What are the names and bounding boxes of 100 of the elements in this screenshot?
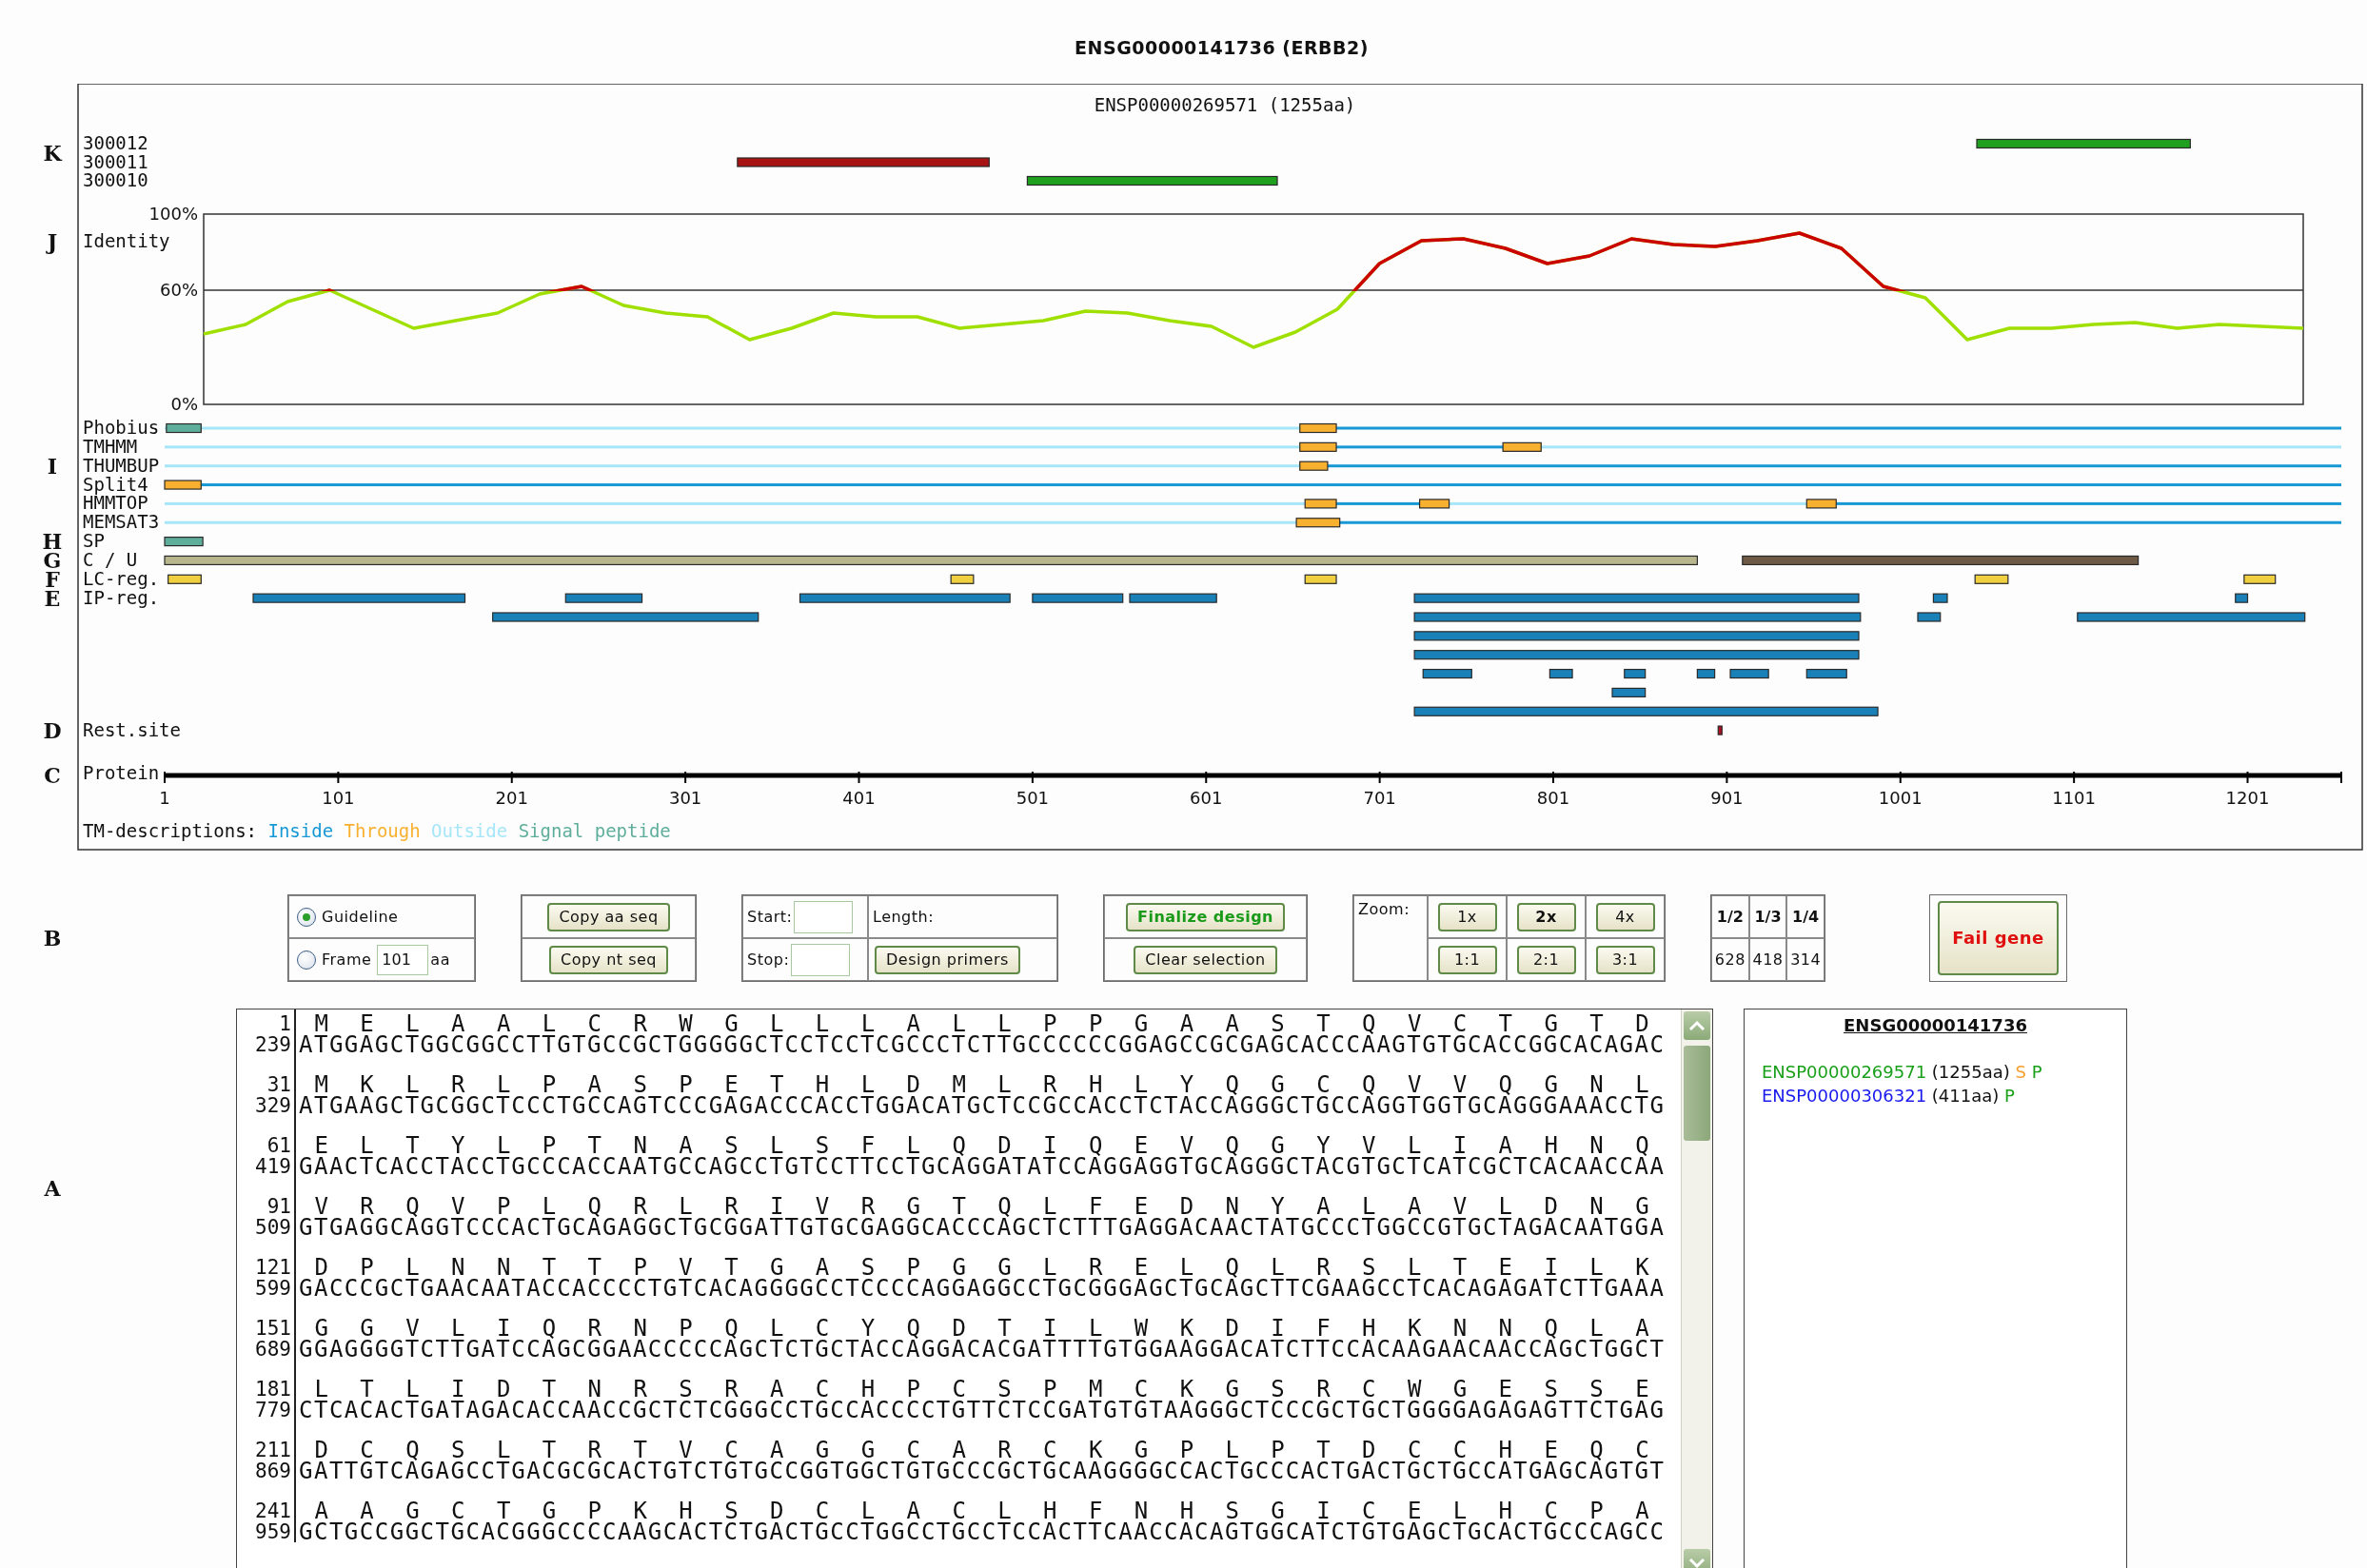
gene-title[interactable]: ENSG00000141736 [1844, 1015, 2027, 1035]
protein-sequence: GGVLIQRNPQLCYQDTILWKDIFHKNNQLA [314, 1318, 1667, 1339]
track-label: THUMBUP [83, 454, 160, 476]
tick-label: 1101 [2052, 788, 2097, 808]
legend-item: Inside [267, 820, 334, 841]
protein-sequence: DPLNNTTPVTGASPGGLRELQLRSLTEILK [314, 1257, 1667, 1278]
zoom-button[interactable]: 1x [1437, 902, 1497, 931]
position-number: 91 [266, 1196, 291, 1217]
protein-sequence: AAGCTGPKHSDCLACLHFNHSGICELHCPA [314, 1500, 1667, 1521]
protein-length: (1255aa) [1931, 1062, 2010, 1082]
ratio-button[interactable]: 1:1 [1437, 945, 1497, 974]
clear-button[interactable]: Clear selection [1134, 945, 1277, 974]
nucleotide-sequence: ATGGAGCTGGCGGCCTTGTGCCGCTGGGGGCTCCTCCTCGCCCTCTTGCCCCCCGGAGCCGCGAGCACCCAAGTGTGCACCGGCACAGAC [299, 1034, 1667, 1055]
position-number: 151 [254, 1318, 291, 1339]
design-primers-button[interactable]: Design primers [875, 945, 1020, 974]
frame-field[interactable]: 101 [377, 944, 429, 975]
tick-label: 701 [1363, 788, 1396, 808]
series-label: Identity [83, 230, 170, 251]
radio-label: Guideline [322, 908, 399, 926]
position-number: 1 [278, 1013, 291, 1034]
track-label: Phobius [83, 417, 160, 438]
protein-sequence: LTLIDTNRSRACHPCSPMCKGSRCWGESSE [314, 1379, 1667, 1400]
unit-label: aa [430, 951, 450, 969]
tick-label: 1201 [2225, 788, 2270, 808]
flag-label: P [2031, 1062, 2042, 1082]
position-number: 959 [254, 1521, 291, 1542]
table-header: 1/3 [1748, 895, 1787, 938]
axis-label: 60% [160, 280, 198, 300]
nucleotide-sequence: CTCACACTGATAGACACCAACCGCTCTCGGGCCTGCCACCCCTGTTCTCCGATGTGTAAGGGCTCCCGCTGCTGGGGAGAGAGTTCTGAG [299, 1400, 1667, 1421]
fail-gene-button[interactable]: Fail gene [1938, 901, 2059, 975]
scroll-up-button[interactable] [1684, 1011, 1710, 1040]
stop-field[interactable] [791, 943, 851, 976]
section-letter: J [47, 229, 58, 254]
zoom-label: Zoom: [1358, 900, 1410, 918]
position-number: 211 [254, 1440, 291, 1460]
start-field[interactable] [794, 900, 854, 933]
ratio-button[interactable]: 2:1 [1516, 945, 1576, 974]
track-label: TMHMM [83, 435, 138, 457]
track-label: 300011 [83, 150, 148, 172]
section-letter: C [44, 763, 61, 788]
scrollbar-track[interactable] [1681, 1009, 1712, 1568]
tick-label: 601 [1190, 788, 1223, 808]
chevron-down-icon [1688, 1558, 1706, 1568]
track-label: Split4 [83, 473, 148, 495]
track-label: LC-reg. [83, 567, 160, 589]
radio-button[interactable] [297, 950, 316, 970]
copy-button[interactable]: Copy aa seq [547, 902, 670, 931]
nucleotide-sequence: GTGAGGCAGGTCCCACTGCAGAGGCTGCGGATTGTGCGAGGCACCCAGCTCTTTGAGGACAACTATGCCCTGGCCGTGCTAGACAATGGA [299, 1217, 1667, 1238]
tick-label: 801 [1536, 788, 1570, 808]
protein-sequence: MKLRLPASPETHLDMLRHLYQGCQVVQGNL [314, 1074, 1667, 1095]
position-number: 31 [266, 1074, 291, 1095]
position-number: 869 [254, 1460, 291, 1481]
track-label: Protein [83, 762, 160, 783]
track-label: 300010 [83, 169, 148, 190]
nucleotide-sequence: GAACTCACCTACCTGCCCACCAATGCCAGCCTGTCCTTCCTGCAGGATATCCAGGAGGTGCAGGGCTACGTGCTCATCGCTCACAACCAA [299, 1156, 1667, 1177]
field-label: Stop: [747, 951, 790, 969]
nucleotide-sequence: GATTGTCAGAGCCTGACGCGCACTGTCTGTGCCGGTGGCTGTGCCCGCTGCAAGGGGCCACTGCCCACTGACTGCTGCCATGAGCAGTGT [299, 1460, 1667, 1481]
section-letter: K [43, 140, 62, 166]
zoom-button[interactable]: 2x [1516, 902, 1576, 931]
position-number: 329 [254, 1095, 291, 1116]
radio-label: Frame [322, 951, 372, 969]
axis-label: 0% [170, 394, 198, 414]
protein-sequence: ELTYLPTNASLSFLQDIQEVQGYVLIAHNQ [314, 1135, 1667, 1156]
track-label: MEMSAT3 [83, 511, 160, 533]
field-label: Start: [747, 908, 793, 926]
tick-label: 101 [322, 788, 355, 808]
track-label: Rest.site [83, 718, 181, 740]
position-number: 61 [266, 1135, 291, 1156]
tick-label: 201 [495, 788, 528, 808]
position-number: 689 [254, 1339, 291, 1360]
section-letter: D [43, 717, 62, 743]
section-letter: B [42, 926, 63, 951]
nucleotide-sequence: ATGAAGCTGCGGCTCCCTGCCAGTCCCGAGACCCACCTGGACATGCTCCGCCACCTCTACCAGGGCTGCCAGGTGGTGCAGGGAAACCTG [299, 1095, 1667, 1116]
zoom-button[interactable]: 4x [1595, 902, 1655, 931]
copy-button[interactable]: Copy nt seq [549, 945, 668, 974]
ratio-button[interactable]: 3:1 [1595, 945, 1655, 974]
legend-item: Signal peptide [518, 820, 671, 841]
protein-title: ENSP00000269571 (1255aa) [1094, 94, 1356, 115]
chevron-up-icon [1688, 1020, 1706, 1031]
position-number: 599 [254, 1278, 291, 1299]
scrollbar-thumb[interactable] [1684, 1046, 1710, 1141]
track-label: 300012 [83, 132, 148, 153]
protein-link[interactable]: ENSP00000306321 [1762, 1086, 1927, 1106]
protein-length: (411aa) [1931, 1086, 2000, 1106]
legend-title: TM-descriptions: [83, 820, 258, 841]
tick-label: 401 [842, 788, 876, 808]
radio-button[interactable] [297, 907, 316, 927]
table-cell: 628 [1711, 938, 1749, 981]
legend-item: Through [344, 820, 421, 841]
table-cell: 314 [1786, 938, 1825, 981]
table-header: 1/4 [1786, 895, 1825, 938]
tick-label: 1001 [1878, 788, 1923, 808]
nucleotide-sequence: GCTGCCGGCTGCACGGGCCCCAAGCACTCTGACTGCCTGGCCTGCCTCCACTTCAACCACAGTGGCATCTGTGAGCTGCACTGCCCAGCC [299, 1521, 1667, 1542]
tick-label: 1 [159, 788, 170, 808]
tick-label: 901 [1710, 788, 1744, 808]
axis-label: 100% [148, 204, 198, 224]
protein-sequence: MELAALCRWGLLLALLPPGAASTQVCTGTD [314, 1013, 1667, 1034]
protein-sequence: DCQSLTRTVCAGGCARCKGPLPTDCCHEQC [314, 1440, 1667, 1460]
tick-label: 501 [1016, 788, 1050, 808]
nucleotide-sequence: GGAGGGGTCTTGATCCAGCGGAACCCCCAGCTCTGCTACCAGGACACGATTTTGTGGAAGGACATCTTCCACAAGAACAACCAGCTGGCT [299, 1339, 1667, 1360]
